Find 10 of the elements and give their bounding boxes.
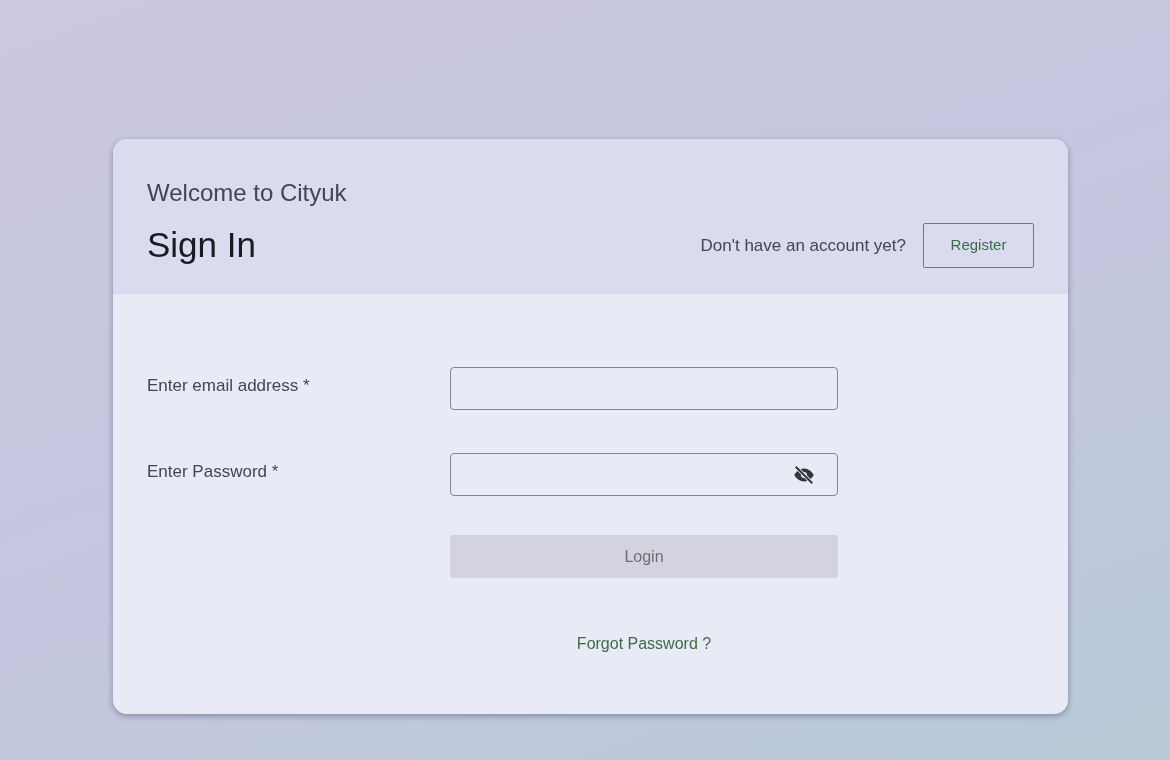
eye-slash-icon[interactable] <box>793 463 815 486</box>
register-prompt: Don't have an account yet? <box>700 234 906 257</box>
email-field[interactable] <box>450 367 838 410</box>
forgot-password-link[interactable]: Forgot Password ? <box>576 632 712 656</box>
welcome-text: Welcome to Cityuk <box>147 178 348 208</box>
field-label: Enter Password * <box>147 461 280 483</box>
field-label: Enter email address * <box>147 375 311 397</box>
register-button[interactable]: Register <box>923 223 1034 268</box>
password-field[interactable] <box>450 453 838 496</box>
sign-in-title: Sign In <box>147 226 256 265</box>
